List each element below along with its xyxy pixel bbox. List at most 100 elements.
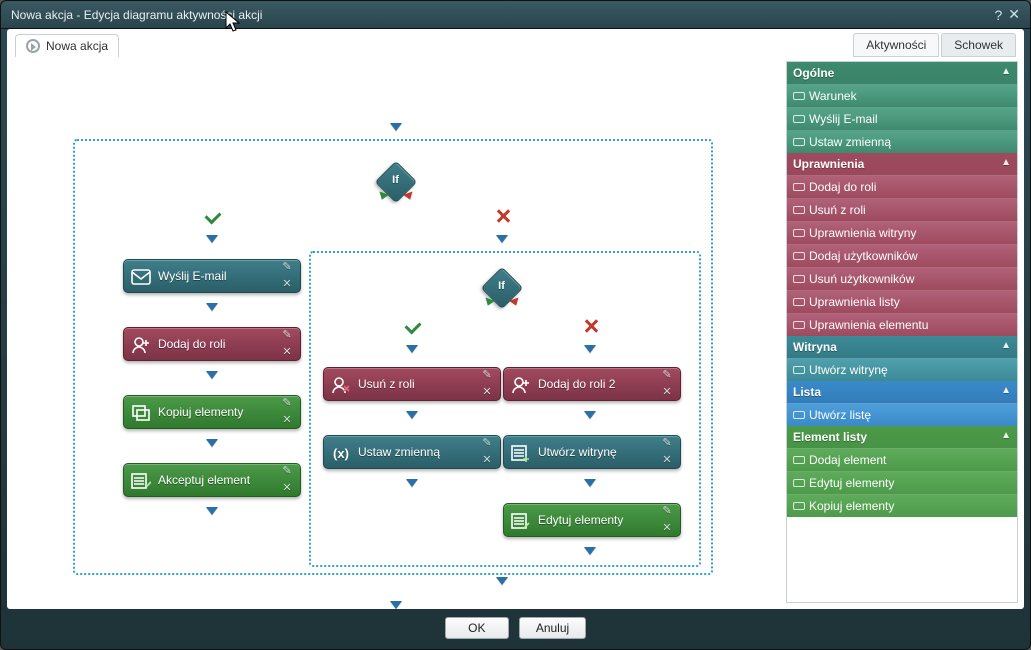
edit-icon[interactable]: ✎ [282,398,291,409]
arrow-icon [584,479,596,487]
node-set-variable[interactable]: (x) Ustaw zmienną ✎ ✕ [323,435,501,469]
arrow-icon [406,345,418,353]
arrow-icon [584,547,596,555]
node-create-site[interactable]: Utwórz witrynę ✎✕ [503,435,681,469]
palette-item[interactable]: Usuń użytkowników [787,267,1017,290]
palette-item[interactable]: Uprawnienia elementu [787,313,1017,336]
edit-icon[interactable]: ✎ [662,438,671,449]
tab-clipboard[interactable]: Schowek [941,33,1016,57]
node-label: Akceptuj element [158,473,250,487]
right-tabs: Aktywności Schowek [853,33,1016,57]
palette-group-permissions[interactable]: Uprawnienia ▲ [787,153,1017,175]
group-label: Ogólne [793,66,834,80]
user-plus-icon [510,374,532,396]
ok-button[interactable]: OK [445,617,509,639]
footer: OK Anuluj [7,613,1024,643]
arrow-icon [206,371,218,379]
variable-icon: (x) [330,442,352,464]
palette-item[interactable]: Dodaj użytkowników [787,244,1017,267]
palette-group-site[interactable]: Witryna ▲ [787,336,1017,358]
palette-group-list-element[interactable]: Element listy ▲ [787,426,1017,448]
node-label: Kopiuj elementy [158,405,243,419]
group-label: Lista [793,385,821,399]
node-send-email[interactable]: Wyślij E-mail ✎✕ [123,259,301,293]
window-title: Nowa akcja - Edycja diagramu aktywności … [11,8,262,22]
tab-activities[interactable]: Aktywności [853,33,939,57]
group-label: Witryna [793,340,837,354]
delete-icon[interactable]: ✕ [662,523,671,534]
palette-item[interactable]: Uprawnienia listy [787,290,1017,313]
edit-icon[interactable]: ✎ [662,506,671,517]
group-label: Uprawnienia [793,157,864,171]
delete-icon[interactable]: ✕ [662,455,671,466]
node-label: Dodaj do roli 2 [538,377,615,391]
collapse-icon[interactable]: ▲ [1001,66,1011,77]
tab-main[interactable]: Nowa akcja [15,34,119,57]
palette-group-general[interactable]: Ogólne ▲ [787,62,1017,84]
edit-icon[interactable]: ✎ [482,370,491,381]
collapse-icon[interactable]: ▲ [1001,430,1011,441]
if1-label: If [392,174,399,186]
mail-icon [130,266,152,288]
node-add-role[interactable]: Dodaj do roli ✎✕ [123,327,301,361]
arrow-icon [390,601,402,609]
delete-icon[interactable]: ✕ [282,483,291,494]
edit-icon[interactable]: ✎ [282,262,291,273]
user-minus-icon [330,374,352,396]
node-remove-role[interactable]: Usuń z roli ✎✕ [323,367,501,401]
group-label: Element listy [793,430,867,444]
arrow-icon [206,303,218,311]
node-accept-element[interactable]: Akceptuj element ✎ ✕ [123,463,301,497]
arrow-icon [406,479,418,487]
node-edit-elements[interactable]: Edytuj elementy ✎✕ [503,503,681,537]
arrow-icon [584,411,596,419]
diagram-canvas[interactable]: If Wyślij E-mail ✎✕ Dodaj do roli ✎✕ [13,61,782,603]
delete-icon[interactable]: ✕ [662,387,671,398]
content: Nowa akcja Aktywności Schowek If [7,29,1024,609]
node-add-role-2[interactable]: Dodaj do roli 2 ✎ ✕ [503,367,681,401]
copy-icon [130,402,152,424]
edit-icon[interactable]: ✎ [282,330,291,341]
delete-icon[interactable]: ✕ [482,455,491,466]
palette-item[interactable]: Edytuj elementy [787,471,1017,494]
cross-icon [584,319,598,333]
edit-icon[interactable]: ✎ [282,466,291,477]
palette-item[interactable]: Utwórz listę [787,403,1017,426]
list-check-icon [130,470,152,492]
list-edit-icon [510,510,532,532]
palette-item[interactable]: Uprawnienia witryny [787,221,1017,244]
cancel-button[interactable]: Anuluj [519,617,586,639]
delete-icon[interactable]: ✕ [482,387,491,398]
window: Nowa akcja - Edycja diagramu aktywności … [0,0,1031,650]
collapse-icon[interactable]: ▲ [1001,340,1011,351]
arrow-icon [206,235,218,243]
help-icon[interactable]: ? [994,7,1002,23]
arrow-icon [390,123,402,131]
palette-item[interactable]: Usuń z roli [787,198,1017,221]
delete-icon[interactable]: ✕ [282,415,291,426]
node-label: Ustaw zmienną [358,445,440,459]
delete-icon[interactable]: ✕ [282,279,291,290]
arrow-icon [406,411,418,419]
site-plus-icon [510,442,532,464]
titlebar[interactable]: Nowa akcja - Edycja diagramu aktywności … [1,1,1030,29]
close-icon[interactable]: ✕ [1008,6,1020,23]
node-copy-elements[interactable]: Kopiuj elementy ✎ ✕ [123,395,301,429]
delete-icon[interactable]: ✕ [282,347,291,358]
arrow-icon [496,235,508,243]
palette-item[interactable]: Dodaj do roli [787,175,1017,198]
palette-group-list[interactable]: Lista ▲ [787,381,1017,403]
edit-icon[interactable]: ✎ [482,438,491,449]
palette-item[interactable]: Wyślij E-mail [787,107,1017,130]
tab-main-label: Nowa akcja [46,39,108,53]
palette-item[interactable]: Utwórz witrynę [787,358,1017,381]
palette-item[interactable]: Warunek [787,84,1017,107]
activities-palette[interactable]: Ogólne ▲ Warunek Wyślij E-mail Ustaw zmie… [786,61,1018,603]
palette-item[interactable]: Kopiuj elementy [787,494,1017,517]
palette-item[interactable]: Dodaj element [787,448,1017,471]
edit-icon[interactable]: ✎ [662,370,671,381]
collapse-icon[interactable]: ▲ [1001,385,1011,396]
collapse-icon[interactable]: ▲ [1001,157,1011,168]
arrow-icon [206,439,218,447]
palette-item[interactable]: Ustaw zmienną [787,130,1017,153]
